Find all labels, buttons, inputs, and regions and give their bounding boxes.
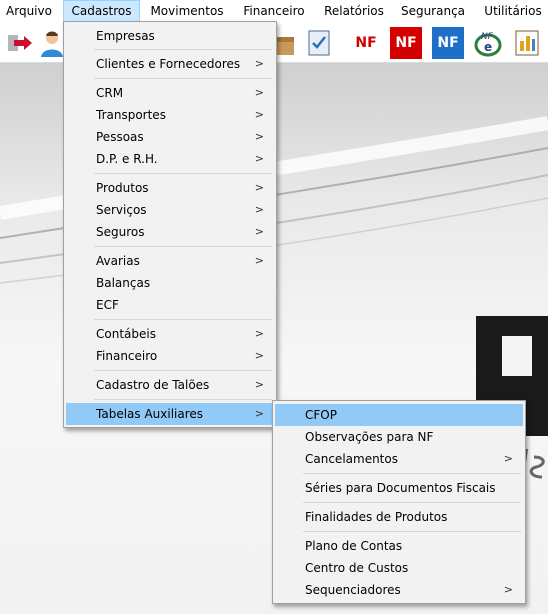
menu-separator — [94, 370, 272, 371]
chevron-right-icon: > — [254, 327, 264, 340]
menu-separator — [94, 173, 272, 174]
nf-icon[interactable]: NF — [350, 27, 382, 59]
chevron-right-icon: > — [254, 349, 264, 362]
menu-item-servicos[interactable]: Serviços > — [66, 199, 274, 221]
menu-item-produtos[interactable]: Produtos > — [66, 177, 274, 199]
menu-cadastros[interactable]: Cadastros — [63, 0, 140, 22]
menu-separator — [94, 399, 272, 400]
menu-item-label: D.P. e R.H. — [96, 152, 158, 166]
menu-separator — [94, 319, 272, 320]
menu-item-label: Sequenciadores — [305, 583, 401, 597]
svg-text:e: e — [484, 40, 492, 54]
menu-item-label: Empresas — [96, 29, 155, 43]
menu-item-crm[interactable]: CRM > — [66, 82, 274, 104]
menu-utilitarios[interactable]: Utilitários — [481, 0, 545, 22]
report-icon[interactable] — [512, 27, 544, 59]
menu-item-finalidades-produtos[interactable]: Finalidades de Produtos — [275, 506, 523, 528]
menu-item-label: ECF — [96, 298, 119, 312]
chevron-right-icon: > — [503, 452, 513, 465]
chevron-right-icon: > — [254, 378, 264, 391]
nf-blue-icon[interactable]: NF — [432, 27, 464, 59]
menu-separator — [303, 502, 521, 503]
menu-item-label: Produtos — [96, 181, 149, 195]
chevron-right-icon: > — [254, 203, 264, 216]
menu-item-label: Financeiro — [96, 349, 158, 363]
menu-item-label: Pessoas — [96, 130, 144, 144]
menu-arquivo[interactable]: Arquivo — [0, 0, 58, 22]
menu-item-pessoas[interactable]: Pessoas > — [66, 126, 274, 148]
menu-item-label: Plano de Contas — [305, 539, 403, 553]
menu-item-dp-rh[interactable]: D.P. e R.H. > — [66, 148, 274, 170]
menu-item-sequenciadores[interactable]: Sequenciadores > — [275, 579, 523, 601]
nfe-icon[interactable]: NF e — [472, 27, 504, 59]
menu-item-avarias[interactable]: Avarias > — [66, 250, 274, 272]
menu-item-label: Seguros — [96, 225, 145, 239]
chevron-right-icon: > — [254, 225, 264, 238]
menu-separator — [94, 49, 272, 50]
menu-item-ecf[interactable]: ECF — [66, 294, 274, 316]
menu-separator — [94, 246, 272, 247]
menu-item-cadastro-taloes[interactable]: Cadastro de Talões > — [66, 374, 274, 396]
menu-item-label: Transportes — [96, 108, 166, 122]
menu-item-label: Centro de Custos — [305, 561, 409, 575]
menu-item-tabelas-auxiliares[interactable]: Tabelas Auxiliares > — [66, 403, 274, 425]
menu-item-financeiro[interactable]: Financeiro > — [66, 345, 274, 367]
tabelas-auxiliares-submenu: CFOP Observações para NF Cancelamentos > … — [272, 400, 526, 604]
menu-item-centro-custos[interactable]: Centro de Custos — [275, 557, 523, 579]
menu-item-cfop[interactable]: CFOP — [275, 404, 523, 426]
menu-financeiro[interactable]: Financeiro — [238, 0, 310, 22]
menu-item-contabeis[interactable]: Contábeis > — [66, 323, 274, 345]
menu-bar: Arquivo Cadastros Movimentos Financeiro … — [0, 0, 548, 23]
chevron-right-icon: > — [254, 108, 264, 121]
menu-movimentos[interactable]: Movimentos — [143, 0, 231, 22]
menu-item-transportes[interactable]: Transportes > — [66, 104, 274, 126]
menu-item-plano-contas[interactable]: Plano de Contas — [275, 535, 523, 557]
menu-item-balancas[interactable]: Balanças — [66, 272, 274, 294]
menu-item-label: Cadastro de Talões — [96, 378, 210, 392]
menu-relatorios[interactable]: Relatórios — [322, 0, 386, 22]
menu-item-label: Tabelas Auxiliares — [96, 407, 204, 421]
menu-item-label: Serviços — [96, 203, 147, 217]
menu-item-label: Clientes e Fornecedores — [96, 57, 241, 71]
menu-item-label: Cancelamentos — [305, 452, 398, 466]
menu-seguranca[interactable]: Segurança — [398, 0, 468, 22]
checklist-icon[interactable] — [303, 27, 335, 59]
chevron-right-icon: > — [254, 86, 264, 99]
menu-separator — [94, 78, 272, 79]
menu-item-label: CFOP — [305, 408, 337, 422]
menu-item-label: CRM — [96, 86, 124, 100]
chevron-right-icon: > — [503, 583, 513, 596]
chevron-right-icon: > — [254, 407, 264, 420]
chevron-right-icon: > — [254, 254, 264, 267]
menu-item-series-documentos[interactable]: Séries para Documentos Fiscais — [275, 477, 523, 499]
chevron-right-icon: > — [254, 57, 264, 70]
menu-item-observacoes-nf[interactable]: Observações para NF — [275, 426, 523, 448]
menu-item-label: Séries para Documentos Fiscais — [305, 481, 496, 495]
menu-item-seguros[interactable]: Seguros > — [66, 221, 274, 243]
menu-separator — [303, 531, 521, 532]
menu-item-label: Avarias — [96, 254, 140, 268]
menu-item-clientes-fornecedores[interactable]: Clientes e Fornecedores > — [66, 53, 274, 75]
menu-item-label: Balanças — [96, 276, 151, 290]
chevron-right-icon: > — [254, 130, 264, 143]
menu-separator — [303, 473, 521, 474]
chevron-right-icon: > — [254, 152, 264, 165]
menu-item-label: Finalidades de Produtos — [305, 510, 448, 524]
menu-item-label: Observações para NF — [305, 430, 434, 444]
menu-item-label: Contábeis — [96, 327, 156, 341]
exit-arrow-icon[interactable] — [4, 27, 36, 59]
nf-red-icon[interactable]: NF — [390, 27, 422, 59]
menu-item-empresas[interactable]: Empresas — [66, 25, 274, 47]
cadastros-menu: Empresas Clientes e Fornecedores > CRM > T… — [63, 21, 277, 428]
chevron-right-icon: > — [254, 181, 264, 194]
menu-item-cancelamentos[interactable]: Cancelamentos > — [275, 448, 523, 470]
